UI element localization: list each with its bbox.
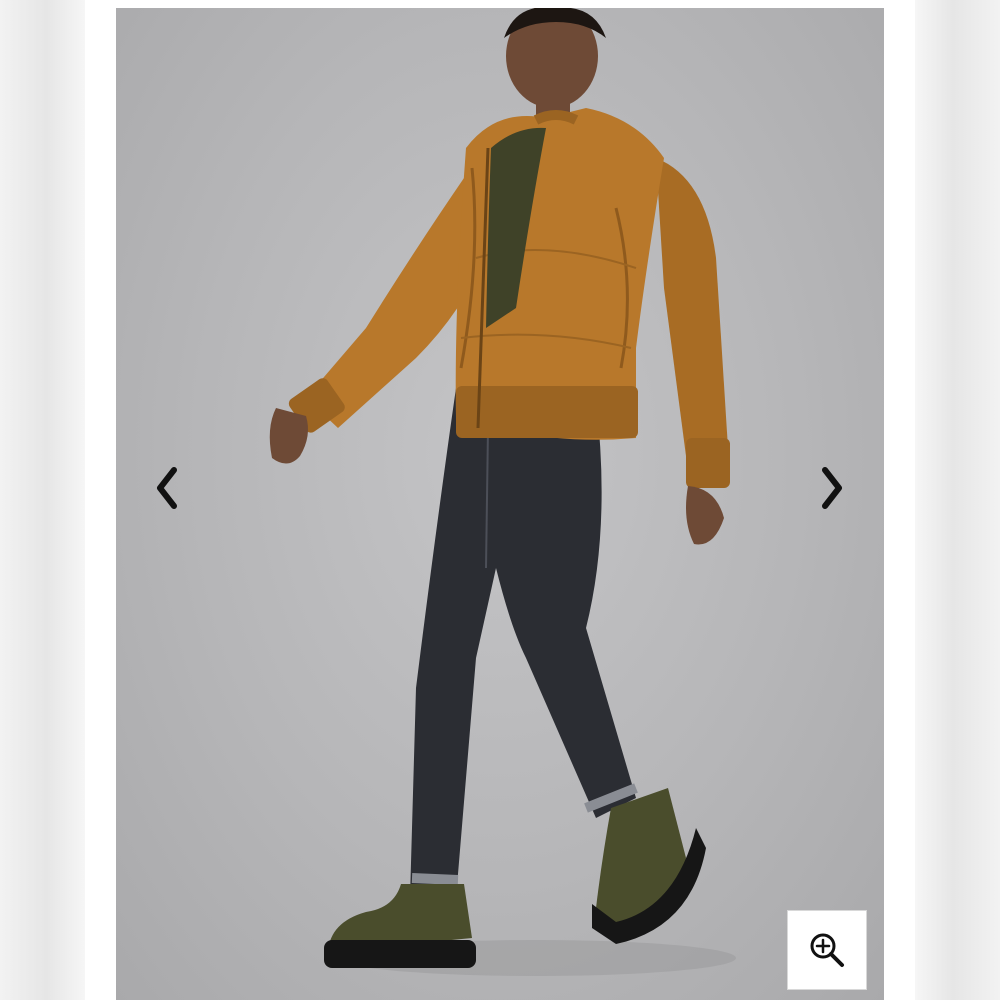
right-gutter bbox=[884, 0, 915, 1000]
back-cuff bbox=[686, 438, 730, 488]
jacket-collar bbox=[533, 110, 579, 125]
jeans-cuff-front bbox=[411, 873, 459, 885]
chevron-right-icon bbox=[822, 467, 842, 509]
back-hand bbox=[686, 486, 724, 545]
jeans bbox=[410, 388, 636, 898]
front-boot-sole bbox=[324, 940, 476, 968]
left-gutter bbox=[85, 0, 116, 1000]
right-blurred-backdrop bbox=[915, 0, 1000, 1000]
left-blurred-backdrop bbox=[0, 0, 85, 1000]
zoom-button[interactable] bbox=[787, 910, 867, 990]
next-image-button[interactable] bbox=[810, 460, 854, 516]
product-photo-illustration bbox=[269, 8, 736, 976]
back-arm bbox=[656, 158, 728, 456]
zoom-in-icon bbox=[810, 933, 844, 967]
chevron-left-icon bbox=[157, 467, 177, 509]
previous-image-button[interactable] bbox=[145, 460, 189, 516]
front-hand bbox=[269, 408, 308, 464]
product-image[interactable] bbox=[116, 8, 884, 1000]
jacket-hem-rib bbox=[456, 386, 638, 438]
